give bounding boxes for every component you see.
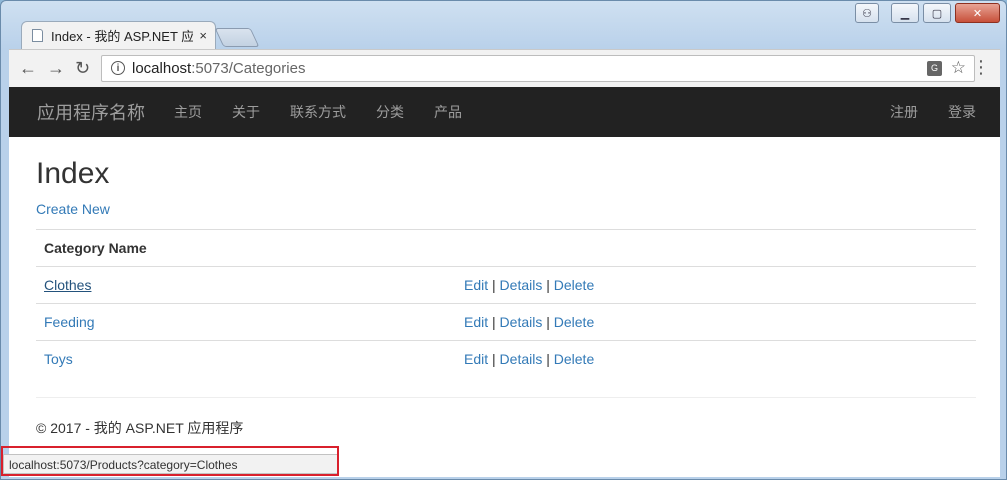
info-icon[interactable]: i [111,61,125,75]
browser-tab[interactable]: Index - 我的 ASP.NET 应 × [21,21,216,49]
minimize-button[interactable]: ▁ [891,3,919,23]
details-link[interactable]: Details [500,277,543,293]
category-link-feeding[interactable]: Feeding [44,314,95,330]
nav-item-products[interactable]: 产品 [434,102,462,122]
url-host: localhost [132,60,192,77]
create-new-link[interactable]: Create New [36,201,110,217]
nav-item-about[interactable]: 关于 [232,102,260,122]
footer-divider [36,397,976,398]
nav-item-home[interactable]: 主页 [174,102,202,122]
details-link[interactable]: Details [500,314,543,330]
menu-icon[interactable]: ⋮ [972,58,990,76]
navbar-right: 注册 登录 [860,87,976,137]
close-window-button[interactable]: ✕ [955,3,1000,23]
table-row: Clothes Edit | Details | Delete [36,266,976,304]
navbar-brand[interactable]: 应用程序名称 [37,99,145,125]
page-title: Index [36,157,110,190]
categories-table: Category Name Clothes Edit | Details | D… [36,229,976,377]
column-header-category-name: Category Name [36,229,456,267]
footer-copyright: © 2017 - 我的 ASP.NET 应用程序 [36,420,244,436]
page-viewport: 应用程序名称 主页 关于 联系方式 分类 产品 注册 登录 Index Crea… [9,87,1000,477]
address-bar[interactable]: i localhost:5073/Categories G ☆ [101,55,975,82]
link-separator: | [492,351,496,367]
table-header-row: Category Name [36,229,976,267]
window-controls: ⚇ ▁ ▢ ✕ [855,3,1000,23]
status-bar-highlight-box [1,446,339,476]
reload-icon[interactable]: ↻ [75,58,90,78]
link-separator: | [546,277,550,293]
link-separator: | [492,314,496,330]
forward-icon[interactable]: → [47,58,65,78]
main-content: Index Create New Category Name Clothes E… [36,137,976,438]
link-separator: | [492,277,496,293]
table-row: Feeding Edit | Details | Delete [36,303,976,341]
translate-icon[interactable]: G [927,61,942,76]
link-separator: | [546,351,550,367]
browser-toolbar: ← → ↻ i localhost:5073/Categories G ☆ ⋮ [9,49,1000,87]
delete-link[interactable]: Delete [554,277,594,293]
nav-item-contact[interactable]: 联系方式 [290,102,346,122]
edit-link[interactable]: Edit [464,314,488,330]
back-icon[interactable]: ← [19,58,37,78]
site-navbar: 应用程序名称 主页 关于 联系方式 分类 产品 注册 登录 [9,87,1000,137]
edit-link[interactable]: Edit [464,351,488,367]
details-link[interactable]: Details [500,351,543,367]
user-icon[interactable]: ⚇ [855,3,879,23]
bookmark-star-icon[interactable]: ☆ [951,58,966,78]
maximize-button[interactable]: ▢ [923,3,951,23]
delete-link[interactable]: Delete [554,314,594,330]
category-link-clothes[interactable]: Clothes [44,277,91,293]
new-tab-button[interactable] [214,28,260,47]
link-separator: | [546,314,550,330]
edit-link[interactable]: Edit [464,277,488,293]
category-link-toys[interactable]: Toys [44,351,73,367]
column-header-actions [456,229,976,267]
table-row: Toys Edit | Details | Delete [36,340,976,377]
delete-link[interactable]: Delete [554,351,594,367]
nav-item-categories[interactable]: 分类 [376,102,404,122]
url-path: :5073/Categories [191,60,306,77]
nav-item-login[interactable]: 登录 [948,102,976,122]
tab-title: Index - 我的 ASP.NET 应 [51,29,194,44]
page-icon [32,29,43,42]
browser-window: ⚇ ▁ ▢ ✕ Index - 我的 ASP.NET 应 × ← → ↻ i l… [0,0,1007,480]
nav-item-register[interactable]: 注册 [890,102,918,122]
tab-close-icon[interactable]: × [199,28,207,43]
url-text[interactable]: localhost:5073/Categories [132,60,305,77]
